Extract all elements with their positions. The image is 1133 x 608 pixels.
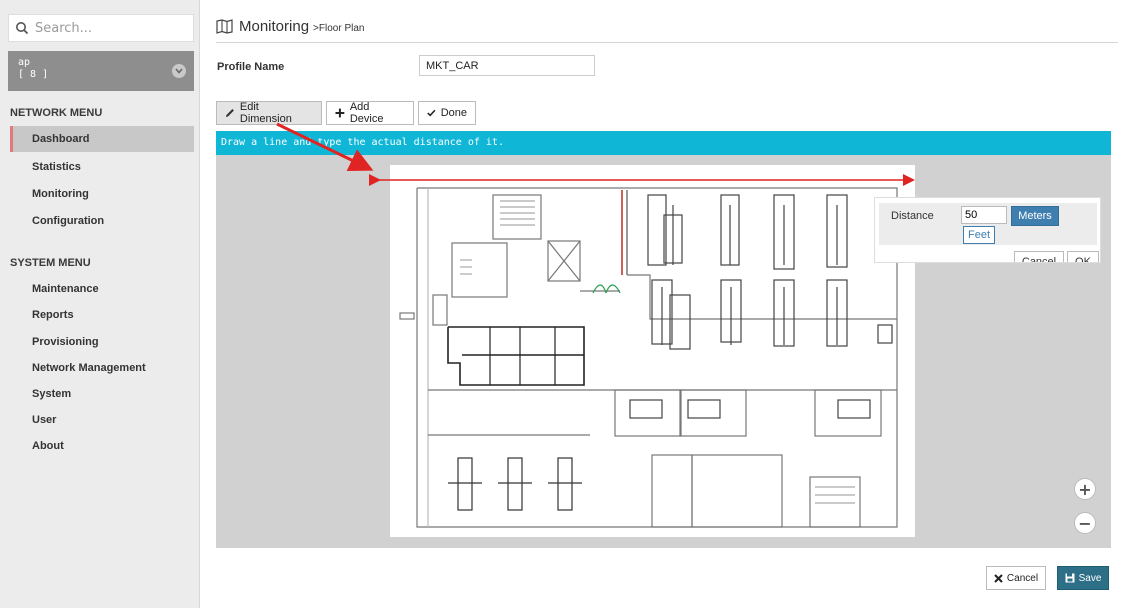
chevron-down-icon[interactable] [172, 64, 186, 78]
add-device-button[interactable]: Add Device [326, 101, 414, 125]
search-box[interactable] [8, 14, 194, 42]
sidebar-item-system[interactable]: System [10, 381, 194, 407]
breadcrumb: >Floor Plan [313, 22, 365, 34]
distance-input[interactable] [961, 206, 1007, 224]
check-icon [427, 109, 436, 117]
instruction-banner: Draw a line and type the actual distance… [216, 131, 1111, 155]
page-title: Monitoring [239, 18, 310, 35]
floppy-disk-icon [1065, 573, 1075, 583]
floor-plan-drawing [399, 187, 898, 528]
divider [216, 42, 1118, 43]
page-header: Monitoring >Floor Plan [216, 18, 364, 35]
sidebar-item-user[interactable]: User [10, 407, 194, 433]
cancel-button[interactable]: Cancel [986, 566, 1046, 590]
pencil-icon [225, 109, 234, 117]
sidebar-item-about[interactable]: About [10, 433, 194, 459]
save-label: Save [1078, 572, 1102, 584]
edit-dimension-button[interactable]: Edit Dimension [216, 101, 322, 125]
popup-ok-button[interactable]: OK [1067, 251, 1099, 262]
main-content: Monitoring >Floor Plan Profile Name Edit… [200, 0, 1133, 608]
sidebar-item-statistics[interactable]: Statistics [10, 154, 194, 180]
profile-name-field[interactable] [419, 55, 595, 76]
map-icon [216, 19, 233, 34]
distance-popup: Distance Meters Feet Cancel OK [874, 197, 1101, 263]
feet-button[interactable]: Feet [963, 226, 995, 244]
network-menu-heading: NETWORK MENU [10, 107, 103, 119]
edit-dimension-label: Edit Dimension [239, 101, 292, 125]
zoom-in-button[interactable]: + [1074, 478, 1096, 500]
add-device-label: Add Device [349, 101, 384, 125]
plus-icon [335, 108, 345, 118]
sidebar-item-configuration[interactable]: Configuration [10, 208, 194, 234]
sidebar-item-reports[interactable]: Reports [10, 302, 194, 328]
sidebar: ap [ 8 ] NETWORK MENU Dashboard Statisti… [0, 0, 200, 608]
save-button[interactable]: Save [1057, 566, 1109, 590]
distance-label: Distance [891, 210, 934, 222]
device-count: [ 8 ] [18, 69, 49, 80]
sidebar-item-monitoring[interactable]: Monitoring [10, 181, 194, 207]
done-button[interactable]: Done [418, 101, 476, 125]
meters-button[interactable]: Meters [1011, 206, 1059, 226]
done-label: Done [440, 107, 467, 119]
sidebar-item-provisioning[interactable]: Provisioning [10, 329, 194, 355]
zoom-out-button[interactable]: − [1074, 512, 1096, 534]
sidebar-item-network-management[interactable]: Network Management [10, 355, 194, 381]
search-icon [16, 22, 29, 35]
sidebar-item-maintenance[interactable]: Maintenance [10, 276, 194, 302]
device-selector[interactable]: ap [ 8 ] [8, 51, 194, 91]
cancel-label: Cancel [1006, 572, 1039, 584]
popup-cancel-button[interactable]: Cancel [1014, 251, 1064, 262]
sidebar-item-dashboard[interactable]: Dashboard [10, 126, 194, 152]
system-menu-heading: SYSTEM MENU [10, 257, 91, 269]
device-name: ap [18, 57, 31, 68]
close-icon [994, 573, 1003, 583]
profile-name-label: Profile Name [217, 61, 285, 73]
search-input[interactable] [35, 20, 185, 36]
floor-plan-image [390, 165, 915, 537]
